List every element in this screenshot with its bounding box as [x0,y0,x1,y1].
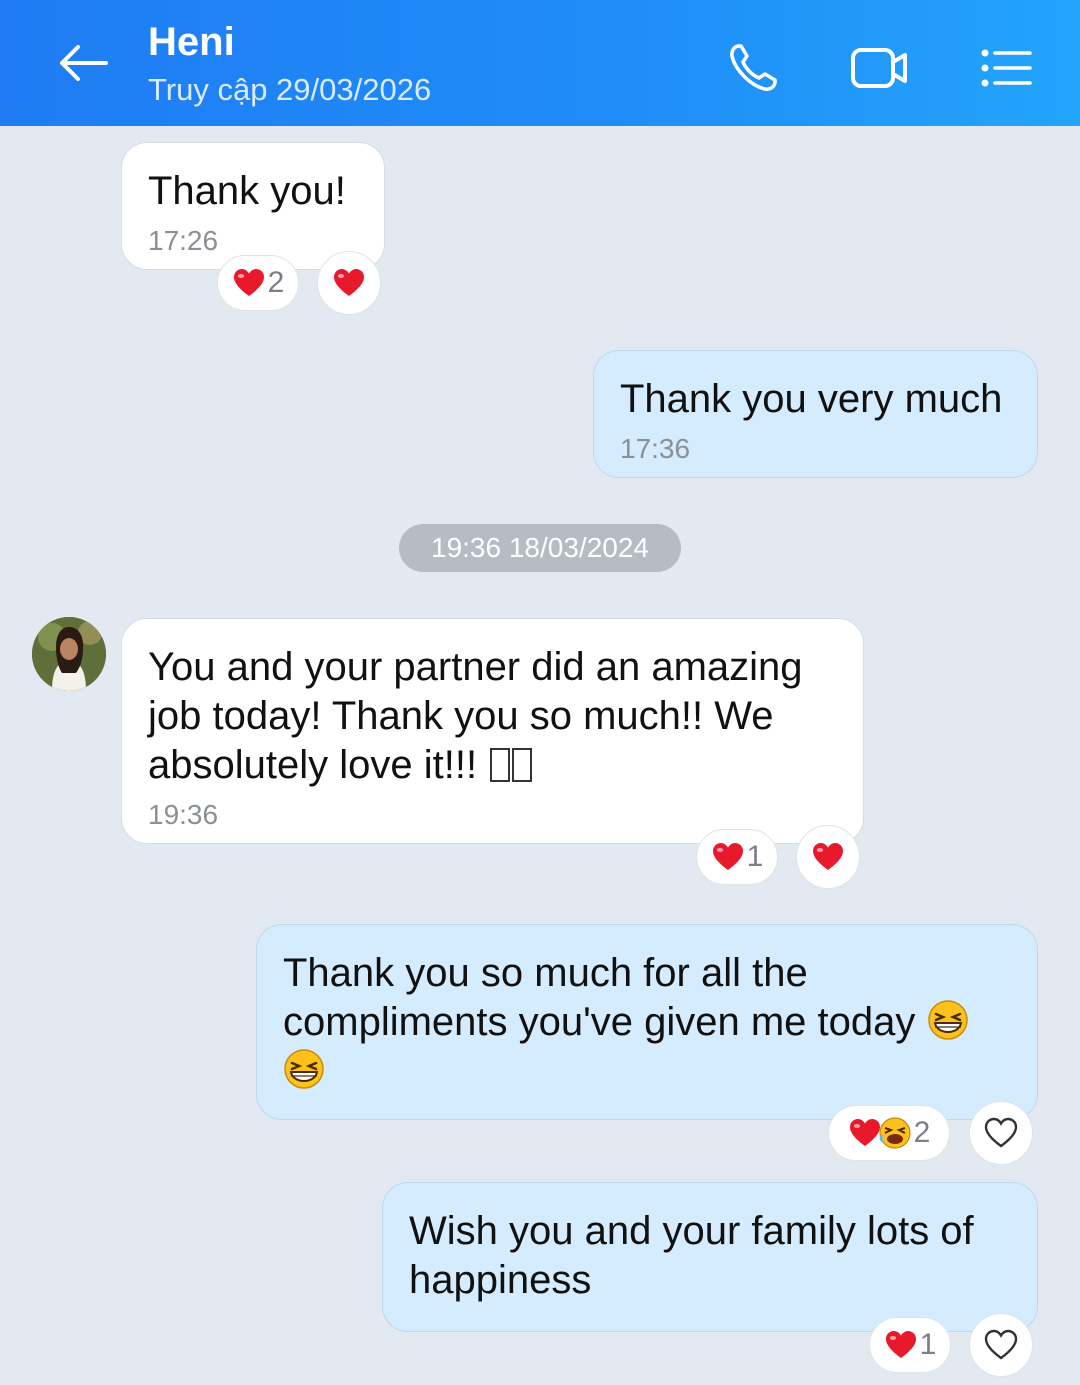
heart-icon [233,269,264,296]
phone-icon[interactable] [724,38,784,98]
react-heart-outline-button[interactable] [969,1101,1033,1165]
heart-outline-icon [984,1117,1018,1148]
message-bubble-outgoing[interactable]: Thank you so much for all the compliment… [256,924,1038,1120]
heart-icon [813,843,843,870]
grinning-squinting-face-icon [284,1049,324,1089]
unsupported-emoji-glyph [490,748,511,782]
message-bubble-incoming[interactable]: You and your partner did an amazing job … [121,618,864,844]
message-bubble-outgoing[interactable]: Thank you very much 17:36 [593,350,1038,478]
heart-icon [334,269,364,296]
message-text: Wish you and your family lots of happine… [409,1209,985,1302]
reaction-count: 1 [746,840,764,873]
date-separator: 19:36 18/03/2024 [399,524,681,572]
react-heart-button[interactable] [317,251,381,315]
heart-outline-icon [984,1329,1018,1360]
reaction-summary[interactable]: 1 [869,1317,951,1373]
contact-info[interactable]: Heni Truy cập 29/03/2026 [148,18,431,110]
contact-avatar[interactable] [32,617,106,691]
message-time: 17:26 [148,225,219,256]
message-text: Thank you so much for all the compliment… [283,949,1011,1096]
back-arrow-icon[interactable] [52,36,116,92]
reaction-count: 1 [919,1328,937,1361]
react-heart-button[interactable] [796,825,860,889]
unsupported-emoji-glyph [512,748,533,782]
message-time: 17:36 [620,433,691,464]
message-text: Thank you! [148,169,346,213]
menu-list-icon[interactable] [976,38,1036,98]
last-access-status: Truy cập 29/03/2026 [148,72,432,107]
message-text: Thank you very much [620,377,1003,421]
react-heart-outline-button[interactable] [969,1313,1033,1377]
reaction-count: 2 [267,266,285,299]
message-bubble-outgoing[interactable]: Wish you and your family lots of happine… [382,1182,1038,1332]
heart-icon [712,843,743,870]
message-text: You and your partner did an amazing job … [148,643,837,790]
grinning-squinting-face-icon [927,1000,968,1040]
reaction-summary[interactable]: 1 [696,829,778,885]
heart-icon [849,1119,880,1146]
video-camera-icon[interactable] [848,38,908,98]
reaction-count: 2 [913,1116,931,1149]
message-text-content: You and your partner did an amazing job … [148,645,814,787]
laughing-face-icon [879,1117,911,1149]
chat-screen: Heni Truy cập 29/03/2026 Thank you! 17:2… [0,0,1080,1385]
reaction-summary[interactable]: 2 [217,255,299,311]
contact-name: Heni [148,20,235,64]
chat-header: Heni Truy cập 29/03/2026 [0,0,1080,126]
reaction-summary[interactable]: 2 [828,1105,950,1161]
heart-icon [885,1331,916,1358]
message-time: 19:36 [148,799,219,830]
message-text-line: compliments you've given me today [283,1000,916,1044]
message-text-line: Thank you so much for all the [283,951,808,995]
